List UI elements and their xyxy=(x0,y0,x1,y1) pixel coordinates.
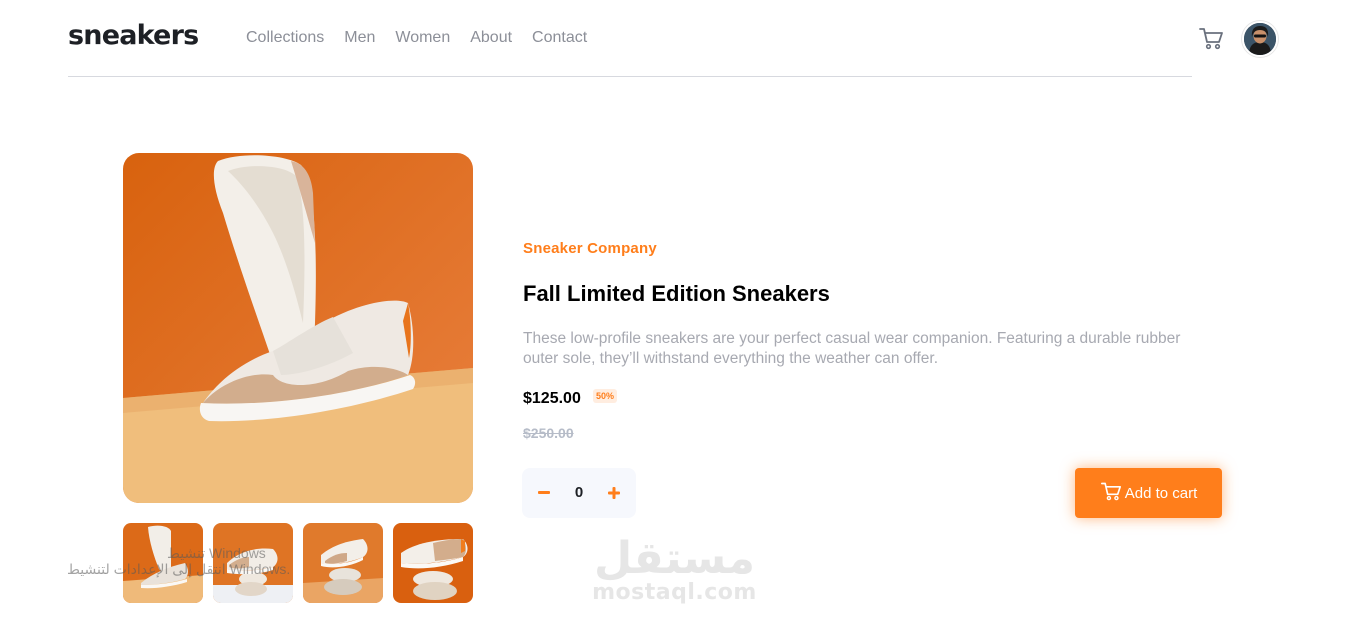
add-to-cart-label: Add to cart xyxy=(1124,484,1198,502)
activation-line-1: تنشيط Windows xyxy=(167,545,266,561)
quantity-value: 0 xyxy=(574,484,584,501)
avatar[interactable] xyxy=(1242,21,1278,57)
activation-line-2: انتقل إلى الإعدادات لتنشيط Windows. xyxy=(67,561,291,577)
original-price: $250.00 xyxy=(523,425,574,441)
minus-icon[interactable] xyxy=(524,468,564,518)
thumbnail-4[interactable] xyxy=(393,523,473,603)
product-main-image[interactable] xyxy=(123,153,473,503)
site-header: sneakers Collections Men Women About Con… xyxy=(68,0,1192,77)
nav-women[interactable]: Women xyxy=(395,29,450,47)
add-to-cart-button[interactable]: Add to cart xyxy=(1075,468,1222,518)
nav-collections[interactable]: Collections xyxy=(246,29,324,47)
company-name: Sneaker Company xyxy=(523,240,657,257)
watermark-latin: mostaql.com xyxy=(592,580,757,605)
windows-activation-notice: تنشيط Windows انتقل إلى الإعدادات لتنشيط… xyxy=(67,545,290,577)
quantity-stepper: 0 xyxy=(522,468,636,518)
logo[interactable]: sneakers xyxy=(68,20,199,51)
nav-contact[interactable]: Contact xyxy=(532,29,587,47)
plus-icon[interactable] xyxy=(594,468,634,518)
nav-about[interactable]: About xyxy=(470,29,512,47)
cart-icon xyxy=(1100,481,1122,505)
main-nav: Collections Men Women About Contact xyxy=(246,29,587,47)
product-title: Fall Limited Edition Sneakers xyxy=(523,281,830,306)
thumbnail-3[interactable] xyxy=(303,523,383,603)
cart-icon[interactable] xyxy=(1198,26,1224,50)
mostaql-watermark: مستقل mostaql.com xyxy=(592,536,757,604)
current-price: $125.00 xyxy=(523,390,581,407)
product-description: These low-profile sneakers are your perf… xyxy=(523,330,1181,367)
watermark-arabic: مستقل xyxy=(594,533,755,584)
nav-men[interactable]: Men xyxy=(344,29,375,47)
discount-badge: 50% xyxy=(593,389,618,403)
